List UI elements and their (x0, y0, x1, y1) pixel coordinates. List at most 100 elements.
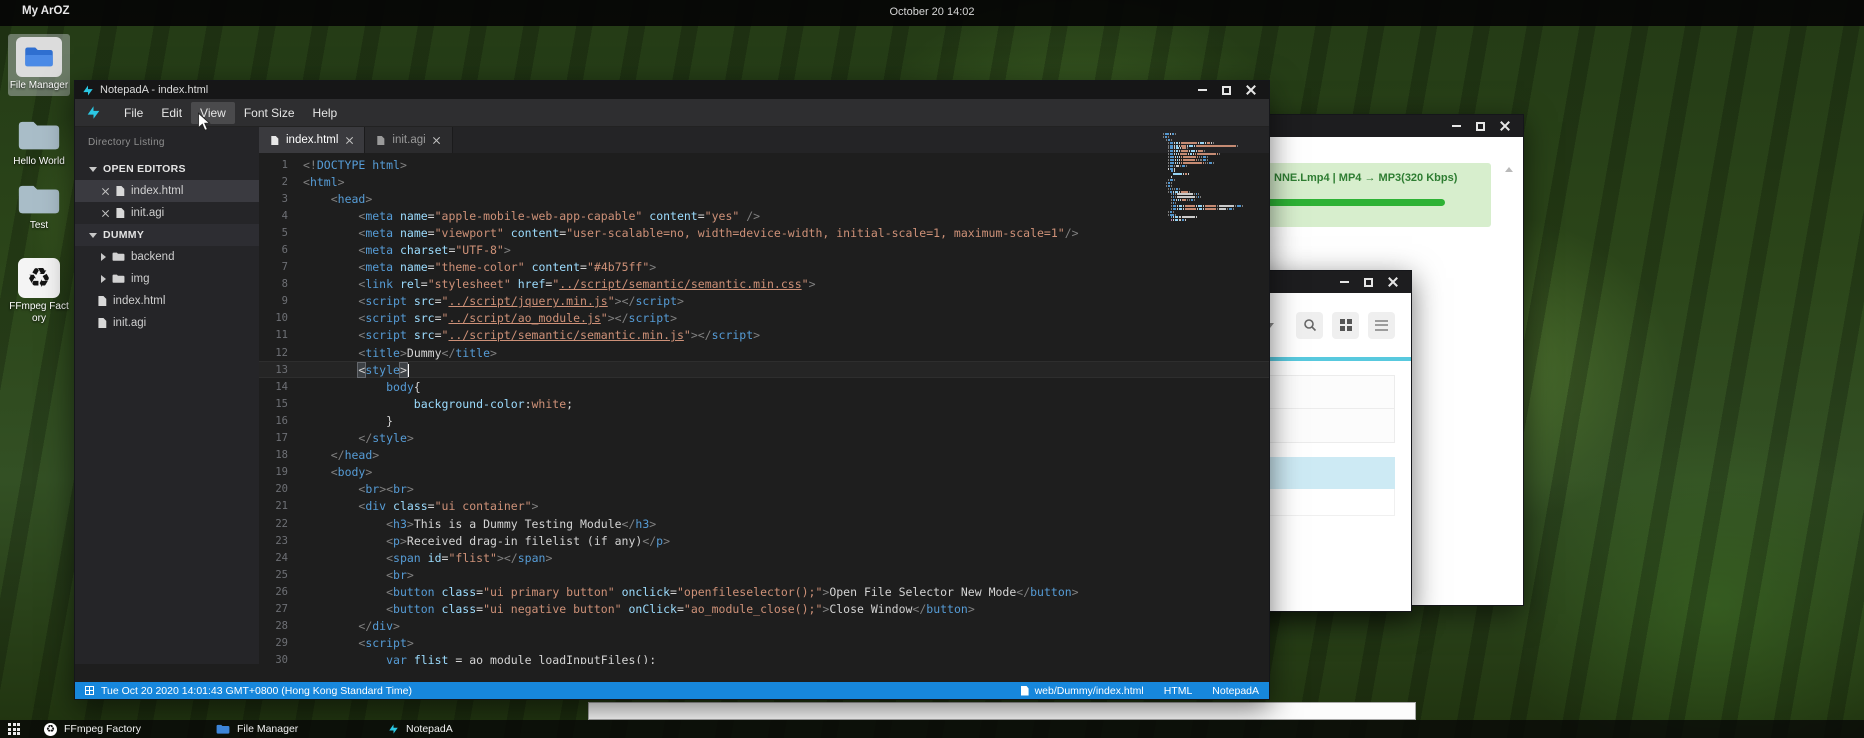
maximize-icon[interactable] (1476, 122, 1485, 131)
tab-init-agi[interactable]: init.agi (365, 127, 452, 153)
taskbar-item-notepada[interactable]: NotepadA (388, 723, 546, 735)
status-file-path: web/Dummy/index.html (1035, 685, 1144, 697)
close-file-icon[interactable] (101, 209, 109, 217)
file-icon (1021, 686, 1029, 696)
chevron-right-icon (101, 253, 106, 261)
desktop: NNE.Lmp4 | MP4 → MP3(320 Kbps) ending (0, 0, 1864, 738)
search-icon (1303, 318, 1317, 332)
calendar-icon (85, 686, 94, 695)
aroz-brand[interactable]: My ArOZ (22, 5, 70, 17)
code-line: 23 <p>Received drag-in filelist (if any)… (259, 532, 1269, 549)
minimize-icon[interactable] (1452, 125, 1461, 127)
close-tab-icon[interactable] (345, 136, 353, 144)
code-line: 2<html> (259, 173, 1269, 190)
open-editor-item[interactable]: init.agi (75, 202, 259, 224)
code-line: 13 <style> (259, 361, 1269, 378)
code-line: 24 <span id="flist"></span> (259, 549, 1269, 566)
status-app-name: NotepadA (1212, 685, 1259, 697)
close-file-icon[interactable] (101, 187, 109, 195)
code-line: 10 <script src="../script/ao_module.js">… (259, 310, 1269, 327)
top-bar: My ArOZ October 20 14:02 (0, 0, 1864, 26)
notepad-window[interactable]: NotepadA - index.html File Edit View Fon… (74, 80, 1270, 700)
code-line: 29 <script> (259, 635, 1269, 652)
code-line: 12 <title>Dummy</title> (259, 344, 1269, 361)
section-project-dummy[interactable]: DUMMY (75, 224, 259, 246)
tree-file-index[interactable]: index.html (75, 290, 259, 312)
notepada-logo-icon (82, 84, 94, 97)
desktop-icon-test[interactable]: Test (8, 184, 70, 232)
code-line: 7 <meta name="theme-color" content="#4b7… (259, 259, 1269, 276)
menu-bar: File Edit View Font Size Help (75, 99, 1269, 127)
tree-file-init[interactable]: init.agi (75, 312, 259, 334)
code-line: 4 <meta name="apple-mobile-web-app-capab… (259, 207, 1269, 224)
close-tab-icon[interactable] (433, 136, 441, 144)
sidebar: Directory Listing OPEN EDITORS index.htm… (75, 127, 259, 664)
code-line: 27 <button class="ui negative button" on… (259, 600, 1269, 617)
code-line: 9 <script src="../script/jquery.min.js">… (259, 293, 1269, 310)
open-editor-item[interactable]: index.html (75, 180, 259, 202)
taskbar: ♻ FFmpeg Factory File Manager NotepadA (0, 720, 1864, 738)
grid-icon (1340, 319, 1352, 331)
code-line: 28 </div> (259, 618, 1269, 635)
code-line: 1<!DOCTYPE html> (259, 156, 1269, 173)
code-line: 18 </head> (259, 447, 1269, 464)
search-button[interactable] (1296, 312, 1323, 339)
code-line: 25 <br> (259, 566, 1269, 583)
app-launcher-icon[interactable] (8, 723, 20, 735)
menu-font-size[interactable]: Font Size (235, 102, 304, 124)
tree-folder-backend[interactable]: backend (75, 246, 259, 268)
folder-icon (112, 252, 125, 262)
desktop-icon-hello-world[interactable]: Hello World (8, 120, 70, 168)
blue-folder-icon (216, 724, 230, 735)
recycle-arrows-icon: ♻ (44, 723, 57, 736)
code-line: 8 <link rel="stylesheet" href="../script… (259, 276, 1269, 293)
code-line: 22 <h3>This is a Dummy Testing Module</h… (259, 515, 1269, 532)
file-icon (97, 317, 107, 329)
close-icon[interactable] (1388, 277, 1398, 287)
desktop-icons: File Manager Hello World Test ♻ FFmpeg F… (8, 34, 72, 325)
section-open-editors[interactable]: OPEN EDITORS (75, 158, 259, 180)
maximize-icon[interactable] (1222, 86, 1231, 95)
code-line: 26 <button class="ui primary button" onc… (259, 583, 1269, 600)
file-icon (97, 295, 107, 307)
close-icon[interactable] (1246, 85, 1256, 95)
sidebar-header: Directory Listing (75, 127, 259, 158)
mouse-cursor (196, 112, 212, 132)
code-line: 17 </style> (259, 430, 1269, 447)
folder-icon (17, 120, 61, 153)
file-icon (270, 135, 279, 146)
status-bar: Tue Oct 20 2020 14:01:43 GMT+0800 (Hong … (75, 682, 1269, 699)
code-line: 11 <script src="../script/semantic/seman… (259, 327, 1269, 344)
blue-folder-icon (24, 46, 54, 69)
list-view-button[interactable] (1368, 312, 1395, 339)
notepad-titlebar[interactable]: NotepadA - index.html (75, 81, 1269, 99)
code-line: 3 <head> (259, 190, 1269, 207)
code-area[interactable]: 1<!DOCTYPE html>2<html>3 <head>4 <meta n… (259, 153, 1269, 664)
minimize-icon[interactable] (1198, 89, 1207, 91)
taskbar-item-ffmpeg-factory[interactable]: ♻ FFmpeg Factory (44, 723, 202, 736)
taskbar-item-file-manager[interactable]: File Manager (216, 723, 374, 735)
menu-file[interactable]: File (115, 102, 152, 124)
list-icon (1375, 320, 1388, 331)
menu-help[interactable]: Help (304, 102, 347, 124)
editor[interactable]: index.html init.agi 1<!DOCTYPE html>2<ht… (259, 127, 1269, 664)
close-icon[interactable] (1500, 121, 1510, 131)
tree-folder-img[interactable]: img (75, 268, 259, 290)
file-icon (115, 207, 125, 219)
code-line: 20 <br><br> (259, 481, 1269, 498)
maximize-icon[interactable] (1364, 278, 1373, 287)
notepada-logo-icon (388, 723, 399, 735)
scroll-up-icon[interactable] (1505, 167, 1513, 172)
menu-edit[interactable]: Edit (152, 102, 191, 124)
chevron-down-icon (89, 167, 97, 172)
tab-index-html[interactable]: index.html (259, 127, 365, 153)
notepada-logo-icon (86, 104, 101, 121)
desktop-icon-ffmpeg-factory[interactable]: ♻ FFmpeg Factory (8, 258, 70, 325)
desktop-icon-file-manager[interactable]: File Manager (8, 34, 70, 96)
minimap[interactable] (1163, 133, 1255, 222)
code-line: 5 <meta name="viewport" content="user-sc… (259, 224, 1269, 241)
file-icon (376, 135, 385, 146)
app-tile (16, 37, 62, 77)
grid-view-button[interactable] (1332, 312, 1359, 339)
minimize-icon[interactable] (1340, 281, 1349, 283)
